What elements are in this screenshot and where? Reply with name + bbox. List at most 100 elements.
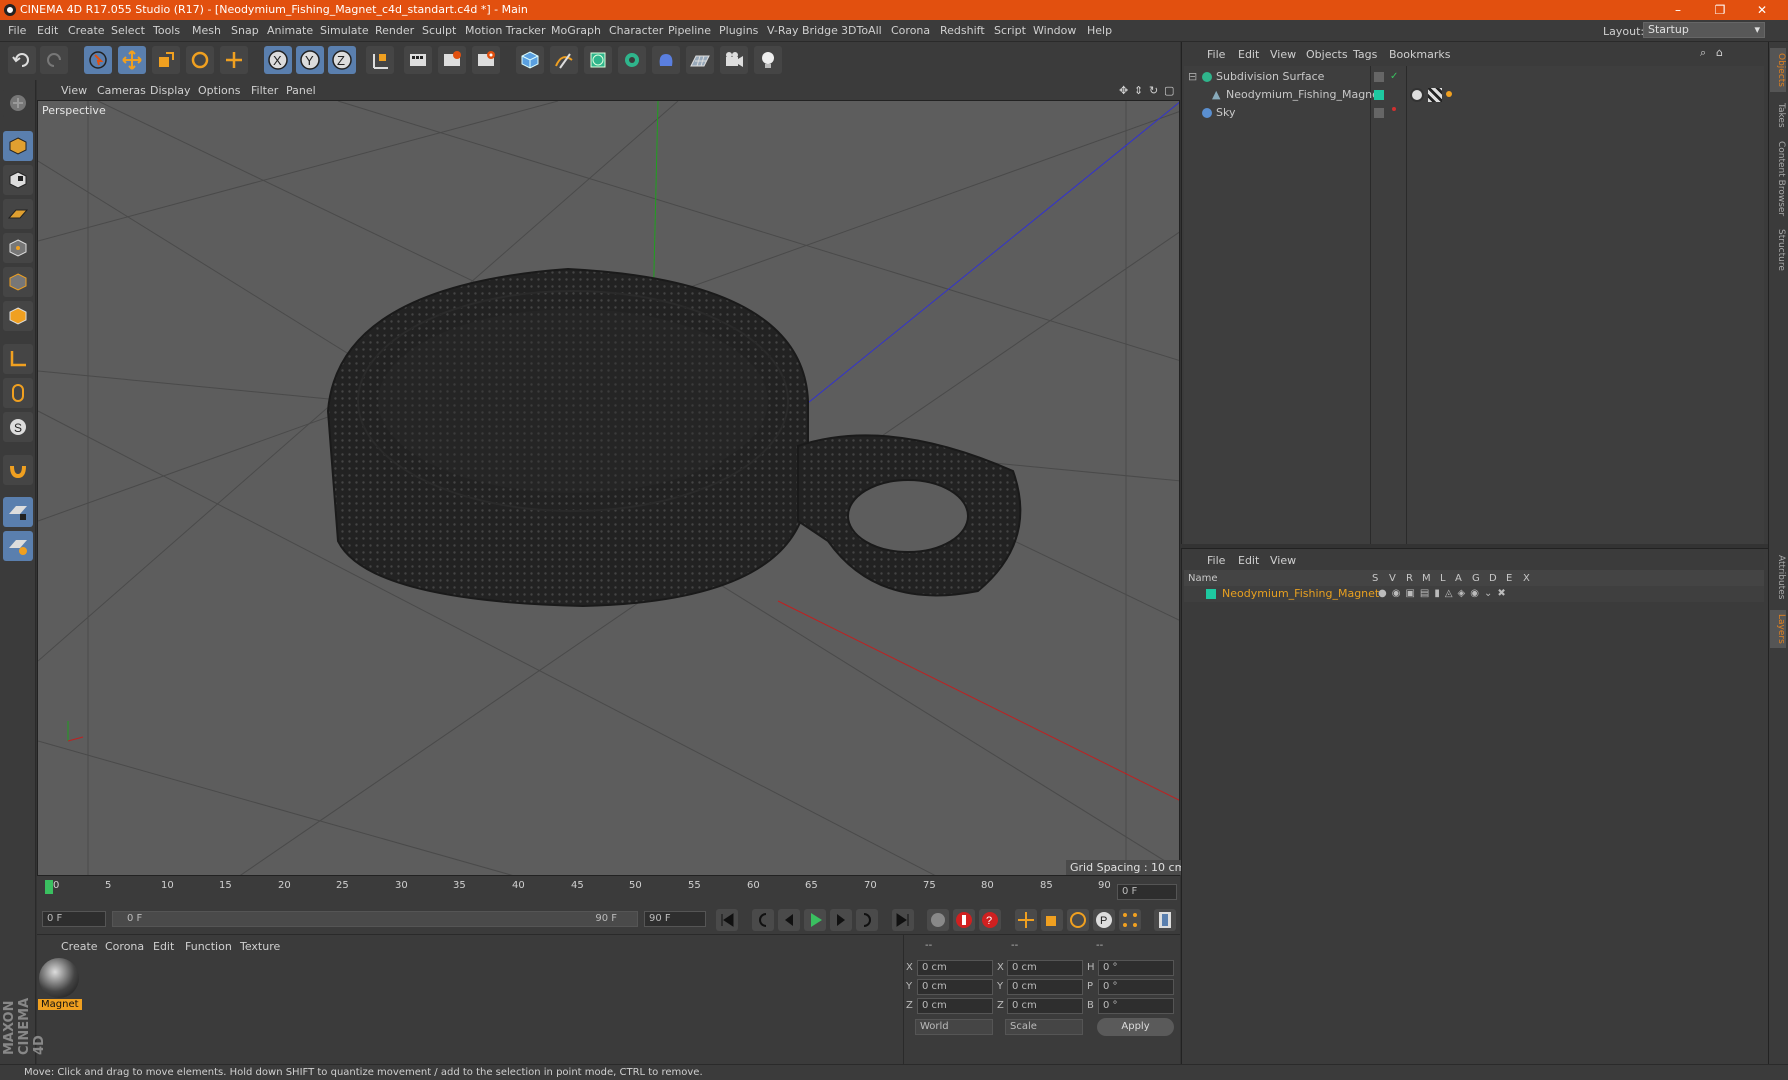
minimize-button[interactable]: – <box>1658 0 1698 20</box>
viewport-menu-display[interactable]: Display <box>150 84 191 97</box>
key-position-button[interactable] <box>1015 909 1037 931</box>
menu-mesh[interactable]: Mesh <box>192 24 221 37</box>
size-y-field[interactable]: 0 cm <box>1007 979 1083 995</box>
layout-select[interactable]: Startup ▾ <box>1643 22 1765 38</box>
solo-mode-button[interactable]: S <box>3 412 33 442</box>
menu-plugins[interactable]: Plugins <box>719 24 758 37</box>
menu-script[interactable]: Script <box>994 24 1026 37</box>
floor-object-button[interactable] <box>686 46 714 74</box>
material-thumbnail-magnet[interactable] <box>39 958 79 998</box>
layer-row-magnet[interactable]: Neodymium_Fishing_Magnet ●◉▣▤▮◬◈◉⌄✖ <box>1184 586 1764 602</box>
layer-menu-file[interactable]: File <box>1207 554 1225 567</box>
material-menu-corona[interactable]: Corona <box>105 940 144 953</box>
apply-button[interactable]: Apply <box>1097 1018 1174 1036</box>
layer-menu-view[interactable]: View <box>1270 554 1296 567</box>
key-point-level-button[interactable] <box>1119 909 1141 931</box>
object-menu-view[interactable]: View <box>1270 48 1296 61</box>
menu-tools[interactable]: Tools <box>153 24 180 37</box>
light-object-button[interactable] <box>754 46 782 74</box>
menu-character[interactable]: Character <box>609 24 663 37</box>
viewport-menu-filter[interactable]: Filter <box>251 84 278 97</box>
menu-create[interactable]: Create <box>68 24 105 37</box>
enabled-check-icon[interactable]: ✓ <box>1390 68 1398 86</box>
menu-edit[interactable]: Edit <box>37 24 58 37</box>
layer-swatch[interactable] <box>1374 90 1384 100</box>
position-z-field[interactable]: 0 cm <box>917 998 993 1014</box>
material-menu-edit[interactable]: Edit <box>153 940 174 953</box>
go-to-end-button[interactable] <box>892 909 914 931</box>
restore-button[interactable]: ❐ <box>1700 0 1740 20</box>
phong-tag-icon[interactable] <box>1410 88 1424 102</box>
menu-sculpt[interactable]: Sculpt <box>422 24 456 37</box>
menu-snap[interactable]: Snap <box>231 24 259 37</box>
menu-pipeline[interactable]: Pipeline <box>668 24 711 37</box>
menu-select[interactable]: Select <box>111 24 145 37</box>
menu-help[interactable]: Help <box>1087 24 1112 37</box>
move-tool[interactable] <box>118 46 146 74</box>
subdivision-surface-button[interactable] <box>584 46 612 74</box>
search-icon[interactable]: ⌕ <box>1700 46 1706 60</box>
render-settings-button[interactable] <box>472 46 500 74</box>
menu-mograph[interactable]: MoGraph <box>551 24 601 37</box>
material-menu-function[interactable]: Function <box>185 940 232 953</box>
menu-motion-tracker[interactable]: Motion Tracker <box>465 24 545 37</box>
menu-simulate[interactable]: Simulate <box>320 24 369 37</box>
tab-objects[interactable]: Objects <box>1770 48 1786 92</box>
menu-window[interactable]: Window <box>1033 24 1076 37</box>
magnet-snap-button[interactable] <box>3 455 33 485</box>
layer-swatch[interactable] <box>1374 72 1384 82</box>
go-to-start-button[interactable] <box>716 909 738 931</box>
object-menu-file[interactable]: File <box>1207 48 1225 61</box>
object-menu-bookmarks[interactable]: Bookmarks <box>1389 48 1450 61</box>
rotation-h-field[interactable]: 0 ° <box>1098 960 1174 976</box>
rotation-p-field[interactable]: 0 ° <box>1098 979 1174 995</box>
autokeying-button[interactable]: ? <box>979 909 1001 931</box>
home-icon[interactable]: ⌂ <box>1716 46 1723 59</box>
deformer-button[interactable] <box>652 46 680 74</box>
current-frame-field[interactable]: 0 F <box>1117 884 1177 900</box>
edges-mode-button[interactable] <box>3 267 33 297</box>
material-tag-icon[interactable] <box>1446 91 1452 97</box>
menu-corona[interactable]: Corona <box>891 24 930 37</box>
object-row-magnet[interactable]: ▲ Neodymium_Fishing_Magnet <box>1184 86 1764 104</box>
rotate-tool[interactable] <box>186 46 214 74</box>
timeline-ruler[interactable] <box>37 876 1180 906</box>
next-keyframe-button[interactable] <box>856 909 878 931</box>
viewport-zoom-icon[interactable]: ⇕ <box>1134 84 1143 97</box>
layer-swatch[interactable] <box>1374 108 1384 118</box>
live-selection-tool[interactable] <box>84 46 112 74</box>
coordinate-system-button[interactable] <box>366 46 394 74</box>
viewport-maximize-icon[interactable]: ▢ <box>1164 84 1174 97</box>
timeline-window-button[interactable] <box>1154 909 1176 931</box>
undo-button[interactable] <box>8 46 36 74</box>
material-menu-texture[interactable]: Texture <box>240 940 280 953</box>
key-scale-button[interactable] <box>1041 909 1063 931</box>
tab-takes[interactable]: Takes <box>1770 98 1786 132</box>
object-menu-edit[interactable]: Edit <box>1238 48 1259 61</box>
menu-render[interactable]: Render <box>375 24 414 37</box>
viewport-menu-cameras[interactable]: Cameras <box>97 84 146 97</box>
x-axis-lock-button[interactable]: X <box>264 46 292 74</box>
viewport-menu-options[interactable]: Options <box>198 84 240 97</box>
texture-mode-button[interactable] <box>3 165 33 195</box>
position-x-field[interactable]: 0 cm <box>917 960 993 976</box>
object-menu-tags[interactable]: Tags <box>1353 48 1377 61</box>
viewport-menu-view[interactable]: View <box>61 84 87 97</box>
transform-tool[interactable] <box>220 46 248 74</box>
y-axis-lock-button[interactable]: Y <box>296 46 324 74</box>
play-button[interactable] <box>804 909 826 931</box>
start-frame-field[interactable]: 0 F <box>42 911 106 927</box>
position-y-field[interactable]: 0 cm <box>917 979 993 995</box>
previous-frame-button[interactable] <box>778 909 800 931</box>
texture-tag-icon[interactable] <box>1428 88 1442 102</box>
workplane-mode-button[interactable] <box>3 199 33 229</box>
spline-pen-button[interactable] <box>550 46 578 74</box>
cube-object-button[interactable] <box>516 46 544 74</box>
visibility-dot-icon[interactable] <box>1392 107 1396 111</box>
z-axis-lock-button[interactable]: Z <box>328 46 356 74</box>
camera-object-button[interactable] <box>720 46 748 74</box>
size-x-field[interactable]: 0 cm <box>1007 960 1083 976</box>
tab-content-browser[interactable]: Content Browser <box>1770 138 1786 220</box>
keyframe-selection-button[interactable] <box>927 909 949 931</box>
menu-animate[interactable]: Animate <box>267 24 313 37</box>
